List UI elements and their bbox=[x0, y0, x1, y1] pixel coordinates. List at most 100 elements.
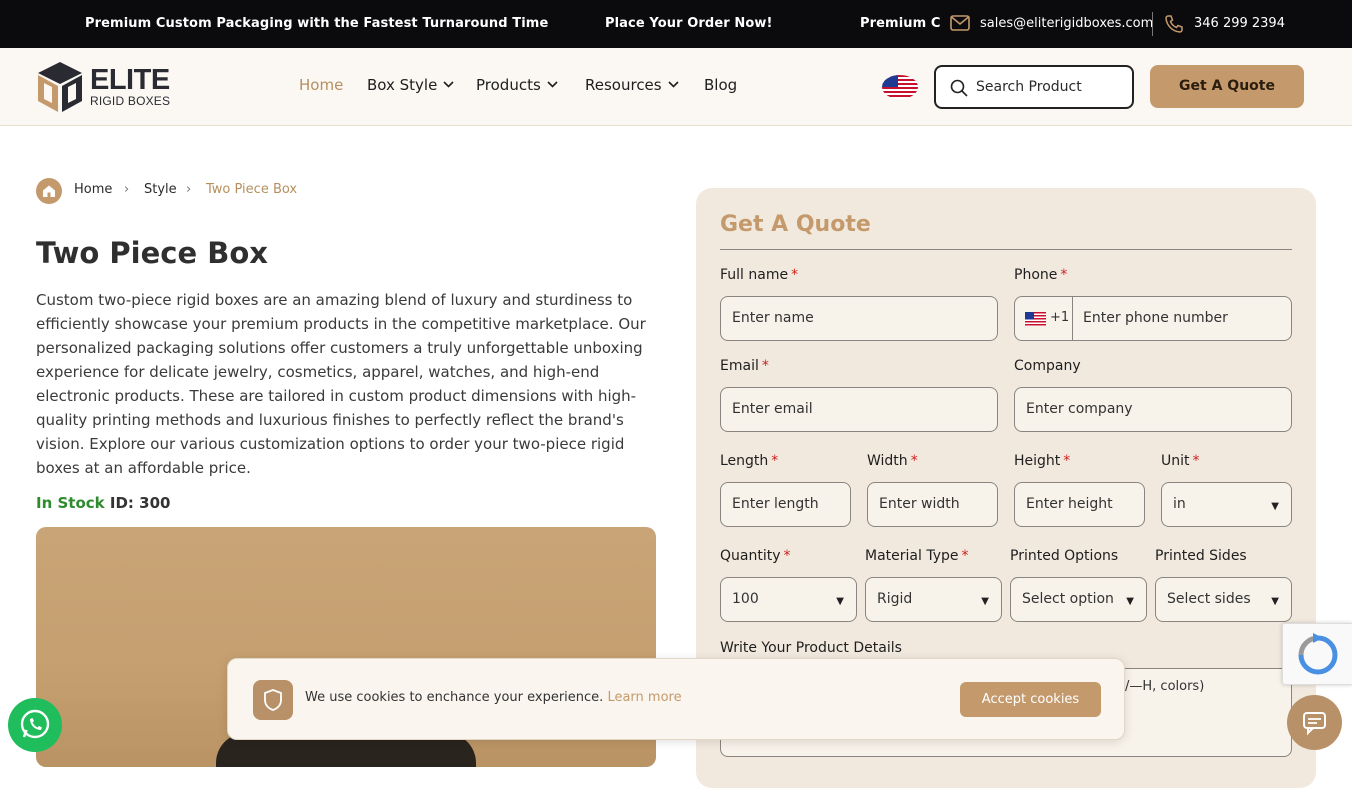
nav-label: Resources bbox=[585, 76, 662, 94]
recaptcha-badge[interactable] bbox=[1282, 623, 1352, 685]
label-text: Quantity bbox=[720, 548, 781, 564]
required-marker: * bbox=[1063, 453, 1071, 469]
select-value: Select sides bbox=[1167, 591, 1251, 607]
chevron-down-icon bbox=[668, 81, 679, 88]
phone-field[interactable]: +1 Enter phone number bbox=[1014, 296, 1292, 341]
announcement-marquee: Premium Custom Packaging with the Fastes… bbox=[0, 0, 940, 48]
page-title: Two Piece Box bbox=[36, 236, 268, 270]
country-code-select[interactable]: +1 bbox=[1015, 297, 1073, 340]
company-field[interactable]: Enter company bbox=[1014, 387, 1292, 432]
email-field[interactable]: Enter email bbox=[720, 387, 998, 432]
announcement-text: Place Your Order Now! bbox=[605, 16, 773, 31]
cookie-banner: We use cookies to enchance your experien… bbox=[227, 658, 1125, 740]
field-placeholder: Enter height bbox=[1026, 496, 1113, 512]
stock-status: In Stock ID: 300 bbox=[36, 494, 170, 512]
required-marker: * bbox=[771, 453, 779, 469]
nav-resources[interactable]: Resources bbox=[585, 76, 679, 94]
dropdown-arrow-icon: ▼ bbox=[836, 596, 844, 607]
material-label: Material Type * bbox=[865, 548, 968, 564]
breadcrumb-style[interactable]: Style bbox=[144, 182, 177, 197]
nav-products[interactable]: Products bbox=[476, 76, 558, 94]
company-label: Company bbox=[1014, 358, 1081, 374]
select-value: in bbox=[1173, 496, 1186, 512]
field-placeholder: Enter phone number bbox=[1083, 310, 1228, 326]
chevron-right-icon: › bbox=[124, 182, 130, 197]
field-placeholder: Enter length bbox=[732, 496, 819, 512]
material-select[interactable]: Rigid ▼ bbox=[865, 577, 1002, 622]
field-placeholder: Enter width bbox=[879, 496, 960, 512]
announcement-text: Premium Custom Packaging with the Fastes… bbox=[85, 16, 549, 31]
dropdown-arrow-icon: ▼ bbox=[1126, 596, 1134, 607]
chat-icon bbox=[1303, 712, 1326, 736]
quantity-label: Quantity * bbox=[720, 548, 791, 564]
phone-link[interactable]: 346 299 2394 bbox=[1194, 16, 1285, 31]
logo-name: ELITE bbox=[90, 64, 170, 96]
height-label: Height * bbox=[1014, 453, 1070, 469]
printed-sides-select[interactable]: Select sides ▼ bbox=[1155, 577, 1292, 622]
nav-blog[interactable]: Blog bbox=[704, 76, 737, 94]
top-announcement-bar: Premium Custom Packaging with the Fastes… bbox=[0, 0, 1352, 48]
cookie-message: We use cookies to enchance your experien… bbox=[305, 690, 682, 705]
label-text: Height bbox=[1014, 453, 1061, 469]
search-input[interactable]: Search Product bbox=[934, 65, 1134, 109]
width-label: Width * bbox=[867, 453, 918, 469]
nav-box-style[interactable]: Box Style bbox=[367, 76, 454, 94]
required-marker: * bbox=[783, 548, 791, 564]
printed-options-select[interactable]: Select option ▼ bbox=[1010, 577, 1147, 622]
shield-icon bbox=[253, 680, 293, 720]
home-icon[interactable] bbox=[36, 178, 62, 204]
country-code: +1 bbox=[1050, 310, 1070, 325]
learn-more-link[interactable]: Learn more bbox=[607, 690, 681, 705]
divider bbox=[1152, 12, 1153, 36]
phone-icon bbox=[1165, 15, 1183, 33]
required-marker: * bbox=[910, 453, 918, 469]
full-name-label: Full name * bbox=[720, 267, 798, 283]
search-placeholder: Search Product bbox=[976, 79, 1082, 95]
breadcrumb-current: Two Piece Box bbox=[206, 182, 298, 197]
required-marker: * bbox=[961, 548, 969, 564]
required-marker: * bbox=[791, 267, 799, 283]
unit-label: Unit * bbox=[1161, 453, 1200, 469]
label-text: Width bbox=[867, 453, 908, 469]
select-value: Rigid bbox=[877, 591, 913, 607]
required-marker: * bbox=[761, 358, 769, 374]
required-marker: * bbox=[1192, 453, 1200, 469]
quantity-select[interactable]: 100 ▼ bbox=[720, 577, 857, 622]
mail-icon bbox=[950, 15, 970, 31]
length-label: Length * bbox=[720, 453, 778, 469]
width-field[interactable]: Enter width bbox=[867, 482, 998, 527]
site-logo[interactable]: ELITE RIGID BOXES bbox=[36, 60, 176, 114]
full-name-field[interactable]: Enter name bbox=[720, 296, 998, 341]
search-icon bbox=[950, 79, 968, 97]
label-text: Material Type bbox=[865, 548, 959, 564]
label-text: Phone bbox=[1014, 267, 1058, 283]
label-text: Full name bbox=[720, 267, 789, 283]
length-field[interactable]: Enter length bbox=[720, 482, 851, 527]
announcement-text: Premium Custom Packaging with the Fastes… bbox=[860, 16, 940, 31]
us-flag-icon bbox=[1025, 312, 1046, 326]
chat-button[interactable] bbox=[1287, 695, 1342, 750]
chevron-down-icon bbox=[547, 81, 558, 88]
field-placeholder: Enter email bbox=[732, 401, 813, 417]
accept-cookies-button[interactable]: Accept cookies bbox=[960, 682, 1101, 717]
whatsapp-button[interactable] bbox=[8, 698, 62, 752]
unit-select[interactable]: in ▼ bbox=[1161, 482, 1292, 527]
select-value: Select option bbox=[1022, 591, 1114, 607]
email-link[interactable]: sales@eliterigidboxes.com bbox=[980, 16, 1153, 31]
product-description: Custom two-piece rigid boxes are an amaz… bbox=[36, 291, 646, 477]
label-text: Unit bbox=[1161, 453, 1190, 469]
label-text: Length bbox=[720, 453, 769, 469]
height-field[interactable]: Enter height bbox=[1014, 482, 1145, 527]
divider bbox=[720, 249, 1292, 250]
us-flag-icon[interactable] bbox=[882, 75, 918, 99]
breadcrumb-home[interactable]: Home bbox=[74, 182, 112, 197]
cookie-text: We use cookies to enchance your experien… bbox=[305, 690, 604, 705]
site-header: ELITE RIGID BOXES Home Box Style Product… bbox=[0, 48, 1352, 126]
field-placeholder: Enter company bbox=[1026, 401, 1133, 417]
whatsapp-icon bbox=[20, 709, 50, 739]
phone-label: Phone * bbox=[1014, 267, 1067, 283]
dropdown-arrow-icon: ▼ bbox=[1271, 501, 1279, 512]
nav-home[interactable]: Home bbox=[299, 76, 343, 94]
get-quote-button[interactable]: Get A Quote bbox=[1150, 65, 1304, 108]
logo-subtitle: RIGID BOXES bbox=[90, 94, 171, 108]
